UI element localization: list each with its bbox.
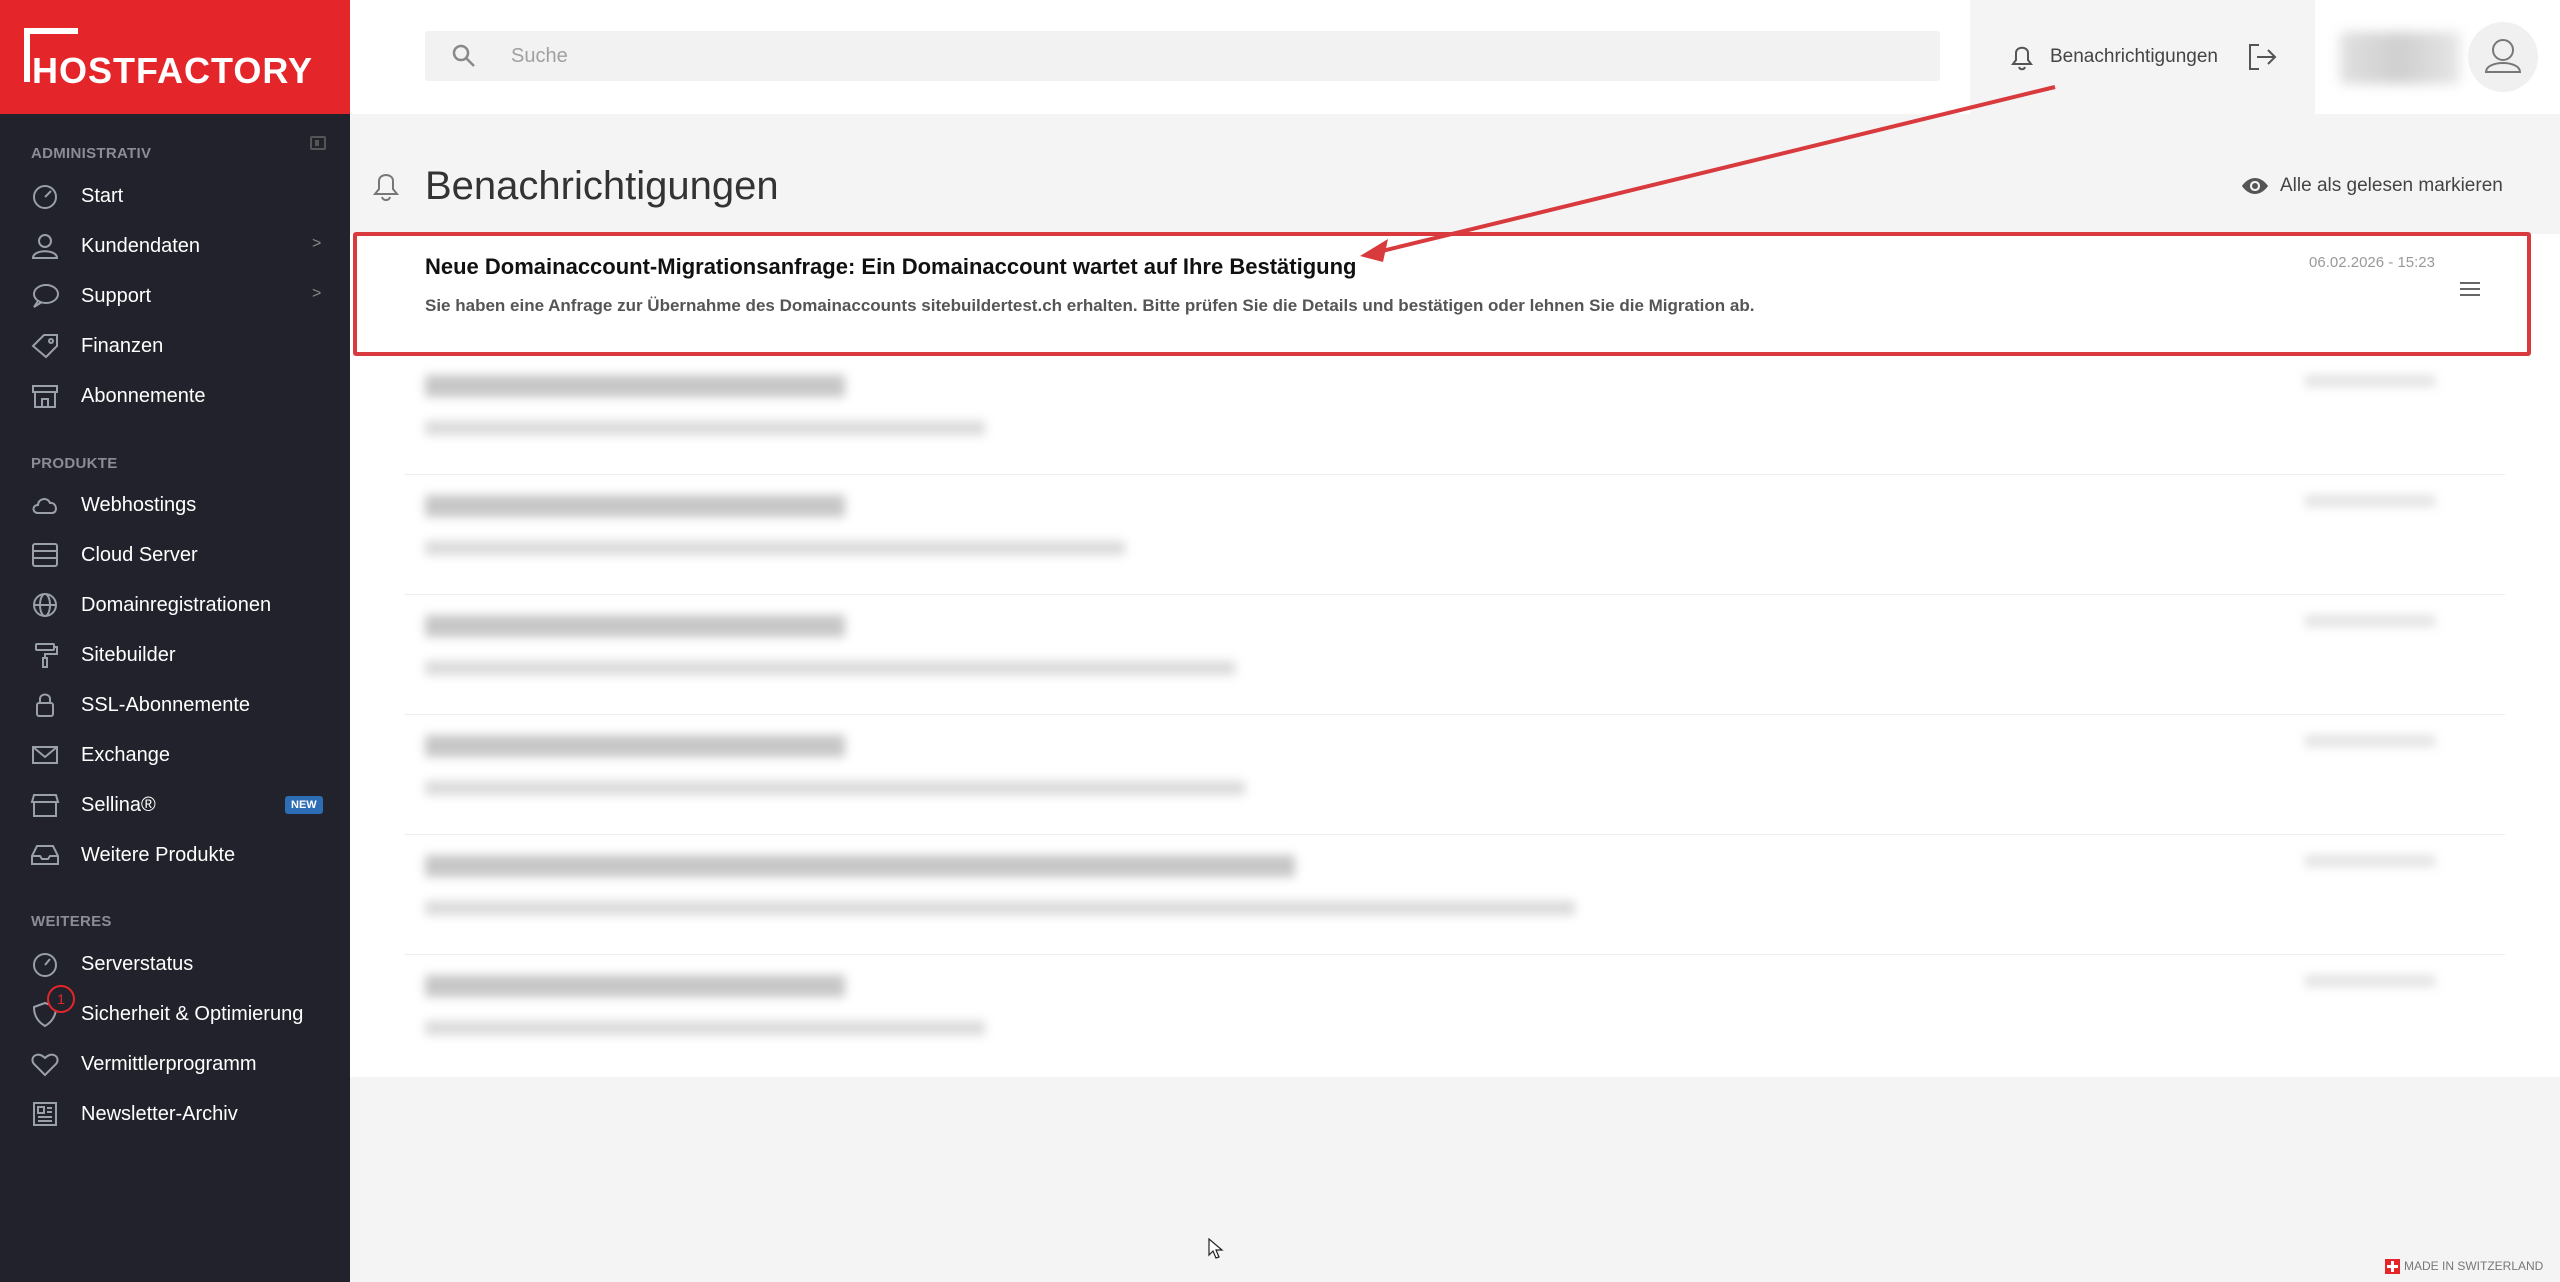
sidebar-item-label: SSL-Abonnemente [81,694,251,716]
sidebar-item-label: Cloud Server [81,544,198,566]
sidebar-item-weitere-produkte[interactable]: Weitere Produkte [0,832,350,878]
logo[interactable]: HOSTFACTORY [0,0,350,114]
mouse-cursor-icon [1208,1237,1224,1260]
envelope-icon [30,742,60,768]
inbox-icon [30,842,60,868]
search-icon [451,43,477,69]
sidebar: HOSTFACTORY ADMINISTRATIV Start Kundenda… [0,0,350,1282]
sidebar-item-label: Sitebuilder [81,644,176,666]
sidebar-item-label: Exchange [81,744,170,766]
sidebar-item-domainregistrationen[interactable]: Domainregistrationen [0,582,350,628]
page-title: Benachrichtigungen [425,164,779,208]
footer-label: MADE IN SWITZERLAND [2404,1259,2544,1273]
sidebar-item-start[interactable]: Start [0,173,350,219]
cloud-icon [30,492,60,518]
eye-icon [2242,178,2268,194]
tag-icon [30,333,60,359]
sidebar-item-label: Domainregistrationen [81,594,272,616]
chat-icon [30,283,60,309]
sidebar-item-sitebuilder[interactable]: Sitebuilder [0,632,350,678]
sidebar-item-webhostings[interactable]: Webhostings [0,482,350,528]
sidebar-item-label: Sellina® [81,794,156,816]
new-badge: NEW [285,796,323,814]
sidebar-item-vermittlerprogramm[interactable]: Vermittlerprogramm [0,1041,350,1087]
paint-roller-icon [30,642,60,668]
sidebar-item-label: Vermittlerprogramm [81,1053,257,1075]
sidebar-item-sicherheit-optimierung[interactable]: 1 Sicherheit & Optimierung [0,985,350,1037]
store-icon [30,383,60,409]
sidebar-item-sellina[interactable]: Sellina® NEW [0,782,350,828]
gauge-icon [30,951,60,977]
chevron-right-icon: > [312,285,322,302]
page-header: Benachrichtigungen Alle als gelesen mark… [350,114,2560,234]
notifications-label: Benachrichtigungen [2050,46,2218,67]
shop-icon [30,792,60,818]
notification-title: Neue Domainaccount-Migrationsanfrage: Ei… [425,254,1357,279]
sidebar-item-label: Newsletter-Archiv [81,1103,238,1125]
user-avatar-icon [2484,39,2522,73]
notification-item-blurred[interactable] [405,475,2505,595]
chevron-right-icon: > [312,235,322,252]
search-box[interactable] [425,31,1940,81]
top-header: Benachrichtigungen [350,0,2560,114]
notification-item[interactable]: Neue Domainaccount-Migrationsanfrage: Ei… [405,234,2505,354]
server-icon [30,542,60,568]
sidebar-item-label: Serverstatus [81,953,194,975]
section-title-weiteres: WEITERES [31,913,112,930]
section-title-produkte: PRODUKTE [31,455,118,472]
bell-icon [2011,46,2033,71]
swiss-flag-icon [2385,1259,2400,1275]
sidebar-item-label: Webhostings [81,494,197,516]
avatar[interactable] [2468,22,2538,92]
sidebar-item-label: Start [81,185,124,207]
sidebar-item-exchange[interactable]: Exchange [0,732,350,778]
alert-count-badge: 1 [47,985,75,1013]
sidebar-item-label: Abonnemente [81,385,206,407]
sidebar-item-finanzen[interactable]: Finanzen [0,323,350,369]
notification-timestamp: 06.02.2026 - 15:23 [2309,254,2435,271]
notification-list: Neue Domainaccount-Migrationsanfrage: Ei… [350,234,2560,1077]
notification-item-blurred[interactable] [405,835,2505,955]
sidebar-item-ssl-abonnemente[interactable]: SSL-Abonnemente [0,682,350,728]
notification-item-blurred[interactable] [405,595,2505,715]
user-name-blurred[interactable] [2340,32,2460,84]
dashboard-icon [30,183,60,209]
menu-icon[interactable] [2460,282,2480,296]
sidebar-item-abonnemente[interactable]: Abonnemente [0,373,350,419]
newspaper-icon [30,1101,60,1127]
sidebar-item-serverstatus[interactable]: Serverstatus [0,941,350,987]
notification-item-blurred[interactable] [405,355,2505,475]
sidebar-item-label: Support [81,285,152,307]
logout-icon[interactable] [2245,40,2279,74]
sidebar-item-label: Finanzen [81,335,164,357]
sidebar-item-newsletter-archiv[interactable]: Newsletter-Archiv [0,1091,350,1137]
sidebar-collapse-icon[interactable] [310,136,326,150]
section-title-administrativ: ADMINISTRATIV [31,145,152,162]
notification-item-blurred[interactable] [405,955,2505,1075]
sidebar-item-label: Sicherheit & Optimierung [81,1003,304,1025]
sidebar-item-support[interactable]: Support > [0,273,350,319]
user-icon [30,233,60,259]
globe-icon [30,592,60,618]
sidebar-item-cloud-server[interactable]: Cloud Server [0,532,350,578]
sidebar-item-label: Kundendaten [81,235,201,257]
heart-icon [30,1051,60,1077]
search-input[interactable] [511,31,1911,81]
notification-item-blurred[interactable] [405,715,2505,835]
logo-text: HOSTFACTORY [32,50,314,91]
notification-description: Sie haben eine Anfrage zur Übernahme des… [425,296,1755,315]
made-in-switzerland: MADE IN SWITZERLAND [2385,1259,2544,1275]
sidebar-item-label: Weitere Produkte [81,844,236,866]
sidebar-item-kundendaten[interactable]: Kundendaten > [0,223,350,269]
bell-icon [370,169,402,203]
lock-icon [30,692,60,718]
mark-all-read-label: Alle als gelesen markieren [2280,175,2503,196]
